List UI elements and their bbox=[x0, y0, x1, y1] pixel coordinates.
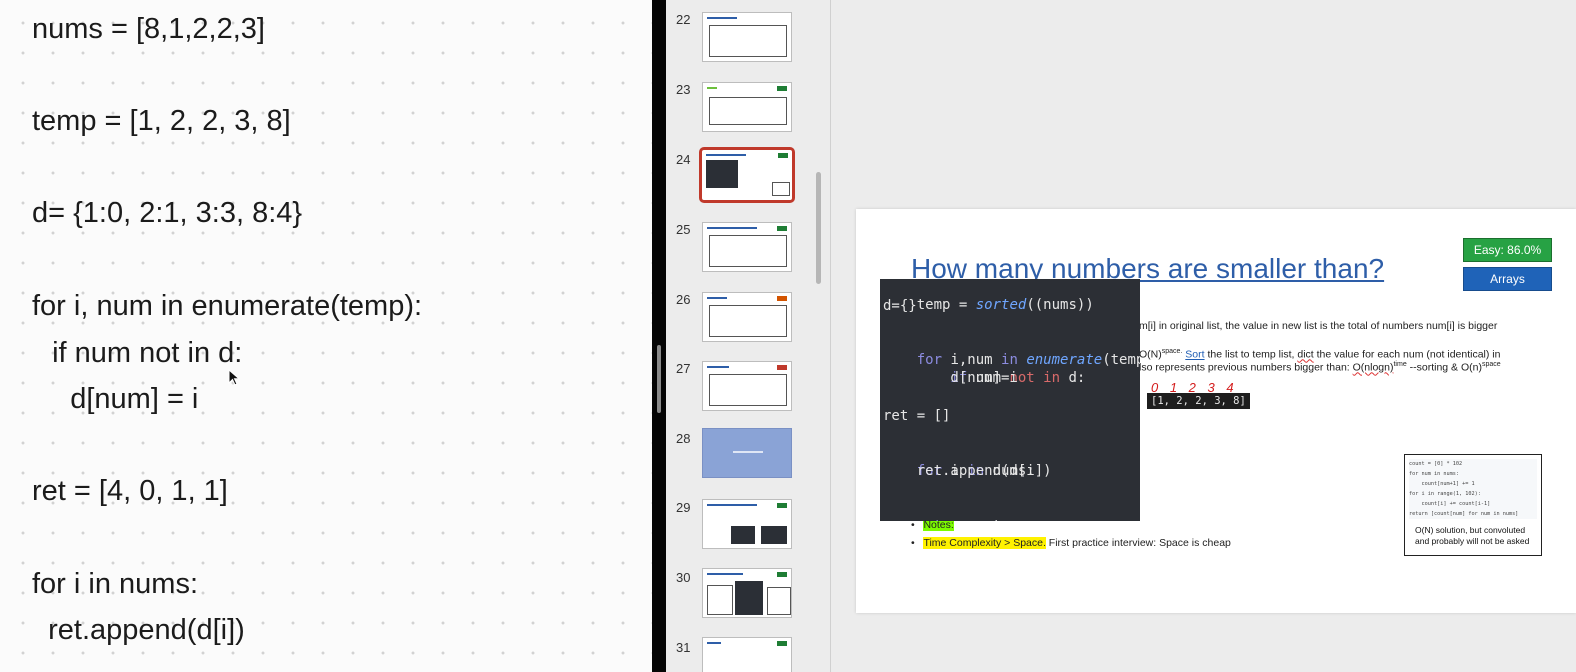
slide-thumbnail-25[interactable] bbox=[702, 222, 792, 272]
slide-number-25: 25 bbox=[676, 222, 691, 237]
slide-thumbnail-30[interactable] bbox=[702, 568, 792, 618]
slide-number-27: 27 bbox=[676, 361, 691, 376]
slide-number-30: 30 bbox=[676, 570, 691, 585]
slide-thumbnail-29[interactable] bbox=[702, 499, 792, 549]
note-line-append: ret.append(d[i]) bbox=[32, 614, 245, 646]
slide-number-28: 28 bbox=[676, 431, 691, 446]
alternative-solution-code: count = [0] * 102 for num in nums: count… bbox=[1409, 459, 1537, 519]
bullet-time-complexity: • Time Complexity > Space. First practic… bbox=[911, 537, 1231, 549]
difficulty-badge: Easy: 86.0% bbox=[1463, 238, 1552, 262]
slide-number-23: 23 bbox=[676, 82, 691, 97]
slide-thumbnail-31[interactable] bbox=[702, 637, 792, 672]
slide-number-31: 31 bbox=[676, 640, 691, 655]
note-line-ret: ret = [4, 0, 1, 1] bbox=[32, 475, 228, 507]
slide-text-line-3: lso represents previous numbers bigger t… bbox=[1139, 361, 1501, 374]
code-line-9: return ret bbox=[883, 499, 1001, 521]
slide-thumbnail-27[interactable] bbox=[702, 361, 792, 411]
sorted-list-output: [1, 2, 2, 3, 8] bbox=[1147, 393, 1250, 409]
slide-text-line-1: m[i] in original list, the value in new … bbox=[1139, 320, 1498, 332]
alternative-solution-note: O(N) solution, but convoluted and probab… bbox=[1415, 525, 1530, 546]
note-line-nums: nums = [8,1,2,2,3] bbox=[32, 13, 265, 45]
slide-thumbnail-24-selected[interactable] bbox=[699, 147, 795, 203]
code-line-5: d[num]=i bbox=[883, 370, 1018, 386]
slide-thumbnail-28[interactable] bbox=[702, 428, 792, 478]
slide-number-29: 29 bbox=[676, 500, 691, 515]
note-line-temp: temp = [1, 2, 2, 3, 8] bbox=[32, 105, 291, 137]
slide-text-line-2: O(N)space. Sort the list to temp list, d… bbox=[1139, 348, 1501, 361]
split-view-divider[interactable] bbox=[652, 0, 666, 672]
code-line-2: d={} bbox=[883, 298, 917, 314]
note-line-for-nums: for i in nums: bbox=[32, 568, 198, 600]
slide-number-26: 26 bbox=[676, 292, 691, 307]
handwritten-note-pane[interactable]: nums = [8,1,2,2,3] temp = [1, 2, 2, 3, 8… bbox=[0, 0, 652, 672]
note-line-if: if num not in d: bbox=[36, 337, 243, 369]
topic-badge: Arrays bbox=[1463, 267, 1552, 291]
slide-thumbnail-panel[interactable]: 22 23 24 25 26 27 28 29 30 31 bbox=[666, 0, 831, 672]
code-line-6: ret = [] bbox=[883, 408, 951, 424]
thumbnail-panel-scrollbar[interactable] bbox=[816, 172, 821, 284]
code-line-8: ret.append(d[i]) bbox=[883, 463, 1052, 479]
code-snippet-overlay: temp = sorted((nums)) d={} for i,num in … bbox=[880, 279, 1140, 521]
slide-thumbnail-23[interactable] bbox=[702, 82, 792, 132]
split-view-handle[interactable] bbox=[657, 345, 661, 413]
slide-thumbnail-26[interactable] bbox=[702, 292, 792, 342]
slide-thumbnail-22[interactable] bbox=[702, 12, 792, 62]
note-line-dict: d= {1:0, 2:1, 3:3, 8:4} bbox=[32, 197, 303, 229]
alternative-solution-box: count = [0] * 102 for num in nums: count… bbox=[1404, 454, 1542, 556]
note-line-for-enumerate: for i, num in enumerate(temp): bbox=[32, 290, 423, 322]
slide-number-22: 22 bbox=[676, 12, 691, 27]
mouse-cursor-icon bbox=[228, 369, 241, 386]
note-line-assign: d[num] = i bbox=[38, 383, 199, 415]
slide-number-24: 24 bbox=[676, 152, 691, 167]
